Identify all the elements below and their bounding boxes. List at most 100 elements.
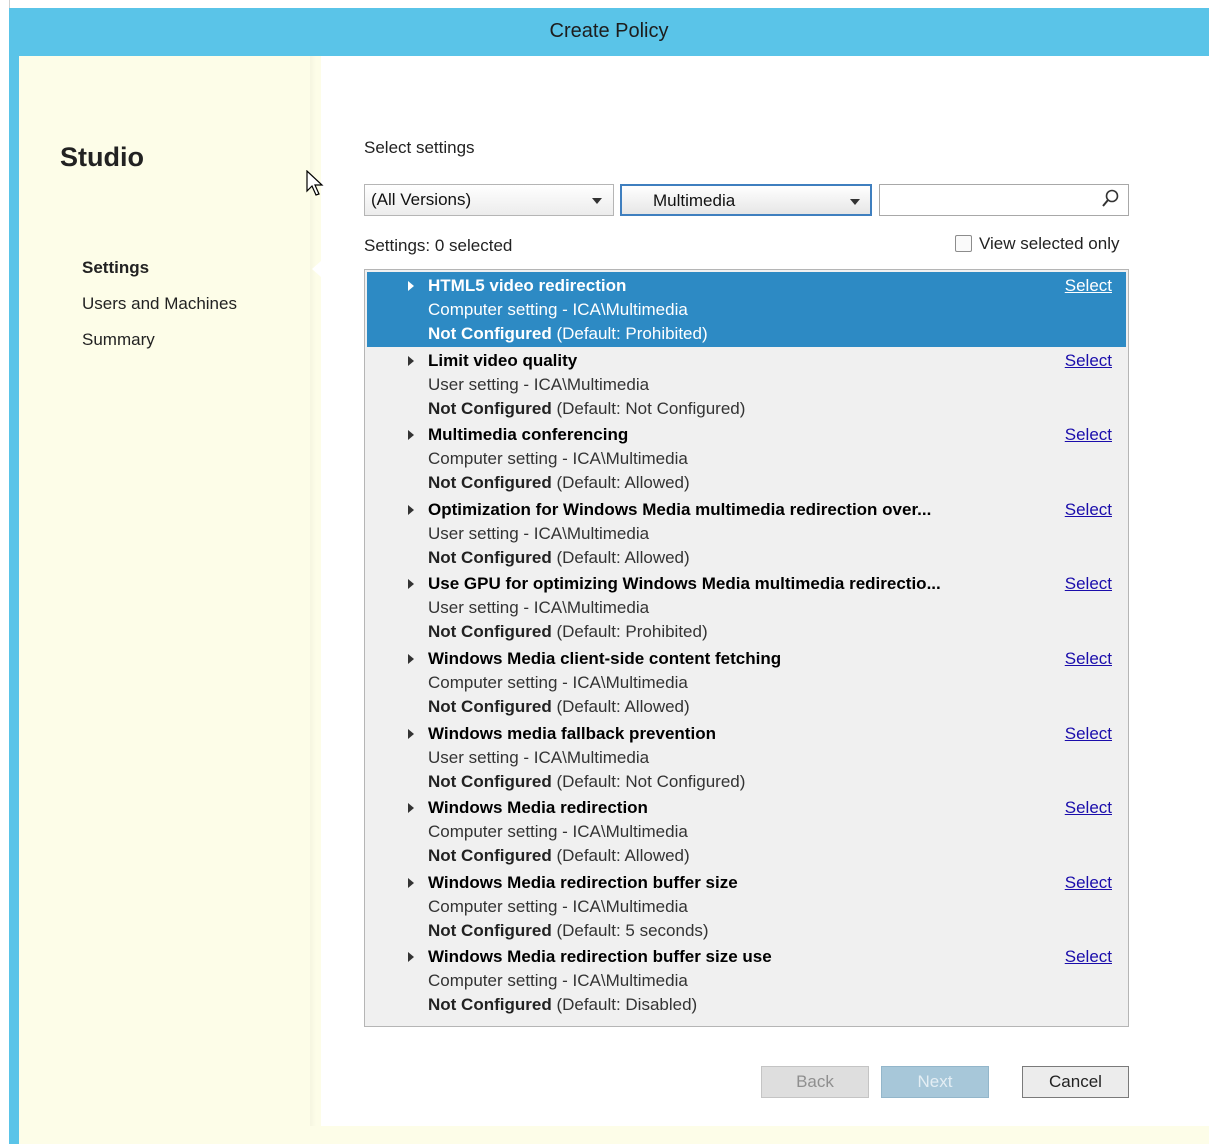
setting-default: (Default: Disabled) (556, 995, 698, 1015)
select-link[interactable]: Select (1065, 873, 1112, 893)
setting-row[interactable]: Use GPU for optimizing Windows Media mul… (367, 570, 1126, 645)
setting-default: (Default: Allowed) (556, 547, 690, 567)
expand-triangle-icon[interactable] (408, 877, 414, 888)
select-link[interactable]: Select (1065, 649, 1112, 669)
select-link[interactable]: Select (1065, 574, 1112, 594)
select-link[interactable]: Select (1065, 425, 1112, 445)
expand-triangle-icon[interactable] (408, 654, 414, 664)
setting-row[interactable]: Windows Media redirection Computer settin… (367, 794, 1126, 869)
setting-state: Not Configured (Default: Allowed) (428, 473, 690, 493)
setting-state: Not Configured (Default: Disabled) (428, 995, 697, 1015)
setting-scope: Computer setting - ICA\Multimedia (428, 449, 688, 469)
app-name: Studio (60, 142, 144, 172)
version-filter-dropdown[interactable]: (All Versions) (364, 184, 614, 216)
page-heading: Select settings (364, 138, 475, 157)
setting-state: Not Configured (Default: Prohibited) (428, 622, 708, 642)
checkbox-icon[interactable] (955, 235, 972, 252)
setting-row[interactable]: HTML5 video redirection Computer setting … (367, 272, 1126, 347)
setting-row[interactable]: Windows Media redirection buffer size Com… (367, 869, 1126, 944)
setting-state-value: Not Configured (428, 622, 552, 642)
setting-state-value: Not Configured (428, 398, 552, 418)
create-policy-window: Create Policy Studio Settings Users and … (9, 8, 1209, 1144)
window-title: Create Policy (549, 20, 669, 42)
select-link[interactable]: Select (1065, 276, 1112, 296)
setting-state-value: Not Configured (428, 473, 552, 493)
selected-count: Settings: 0 selected (364, 236, 513, 255)
setting-scope: Computer setting - ICA\Multimedia (428, 822, 688, 842)
setting-row[interactable]: Optimization for Windows Media multimedi… (367, 496, 1126, 571)
setting-default: (Default: Prohibited) (556, 622, 708, 642)
active-step-pointer (312, 261, 321, 277)
select-link[interactable]: Select (1065, 500, 1112, 520)
setting-row[interactable]: Windows Media client-side content fetchi… (367, 645, 1126, 720)
setting-row[interactable]: Windows Media redirection buffer size us… (367, 943, 1126, 1018)
expand-triangle-icon[interactable] (408, 504, 414, 515)
next-button[interactable]: Next (881, 1066, 989, 1098)
setting-state-value: Not Configured (428, 547, 552, 567)
setting-scope: User setting - ICA\Multimedia (428, 598, 650, 618)
setting-name: Use GPU for optimizing Windows Media mul… (428, 574, 941, 594)
setting-name: Windows Media redirection buffer size us… (428, 947, 772, 967)
setting-scope: User setting - ICA\Multimedia (428, 747, 650, 767)
setting-state: Not Configured (Default: Prohibited) (428, 324, 708, 344)
setting-default: (Default: Allowed) (556, 697, 690, 716)
select-link[interactable]: Select (1065, 947, 1112, 967)
setting-state-value: Not Configured (428, 771, 552, 791)
setting-scope: Computer setting - ICA\Multimedia (428, 896, 688, 916)
setting-default: (Default: Allowed) (556, 846, 690, 866)
wizard-content: Studio Settings Users and Machines Summa… (19, 56, 1209, 1144)
expand-triangle-icon[interactable] (408, 952, 414, 963)
expand-triangle-icon[interactable] (408, 728, 414, 739)
setting-state: Not Configured (Default: Not Configured) (428, 772, 745, 792)
search-input[interactable] (882, 187, 1098, 213)
setting-row[interactable]: Multimedia conferencing Computer setting … (367, 421, 1126, 496)
chevron-down-icon (592, 198, 602, 204)
setting-scope: Computer setting - ICA\Multimedia (428, 971, 688, 991)
settings-list[interactable]: HTML5 video redirection Computer setting … (364, 269, 1129, 1027)
search-box[interactable] (879, 184, 1129, 216)
setting-name: Windows Media client-side content fetchi… (428, 649, 782, 668)
setting-state-value: Not Configured (428, 995, 552, 1015)
setting-state: Not Configured (Default: Allowed) (428, 548, 690, 568)
expand-triangle-icon[interactable] (408, 281, 414, 291)
expand-triangle-icon[interactable] (408, 579, 414, 590)
setting-scope: Computer setting - ICA\Multimedia (428, 300, 688, 319)
setting-name: Windows Media redirection buffer size (428, 872, 738, 892)
back-button[interactable]: Back (761, 1066, 869, 1098)
nav-item-summary[interactable]: Summary (82, 330, 155, 350)
cancel-button[interactable]: Cancel (1022, 1066, 1129, 1098)
search-icon[interactable] (1100, 188, 1120, 210)
setting-state: Not Configured (Default: Allowed) (428, 846, 690, 866)
mouse-cursor-icon (306, 170, 324, 196)
setting-state-value: Not Configured (428, 920, 552, 940)
select-link[interactable]: Select (1065, 724, 1112, 744)
view-selected-only-checkbox[interactable]: View selected only (955, 234, 1120, 254)
setting-row[interactable]: Windows media fallback prevention User se… (367, 720, 1126, 795)
setting-state-value: Not Configured (428, 697, 552, 716)
setting-default: (Default: Not Configured) (556, 398, 746, 418)
select-link[interactable]: Select (1065, 351, 1112, 371)
setting-state-value: Not Configured (428, 846, 552, 866)
setting-scope: User setting - ICA\Multimedia (428, 374, 650, 394)
category-filter-dropdown[interactable]: Multimedia (620, 184, 872, 216)
chevron-down-icon (850, 199, 860, 205)
setting-row[interactable]: Limit video quality User setting - ICA\Mu… (367, 347, 1126, 422)
settings-pane: Select settings (All Versions) Multimedi… (321, 56, 1209, 1126)
setting-name: Limit video quality (428, 350, 578, 370)
expand-triangle-icon[interactable] (408, 430, 414, 441)
setting-name: Windows Media redirection (428, 798, 648, 818)
setting-default: (Default: Prohibited) (556, 324, 708, 343)
select-link[interactable]: Select (1065, 798, 1112, 818)
view-selected-only-label: View selected only (979, 234, 1120, 253)
setting-state: Not Configured (Default: Allowed) (428, 697, 690, 717)
setting-default: (Default: 5 seconds) (556, 920, 709, 940)
expand-triangle-icon[interactable] (408, 803, 414, 814)
setting-name: Windows media fallback prevention (428, 723, 716, 743)
setting-state: Not Configured (Default: 5 seconds) (428, 921, 709, 941)
setting-state: Not Configured (Default: Not Configured) (428, 399, 745, 419)
expand-triangle-icon[interactable] (408, 355, 414, 366)
nav-item-settings[interactable]: Settings (82, 258, 149, 278)
category-filter-value: Multimedia (653, 191, 736, 210)
nav-item-users-and-machines[interactable]: Users and Machines (82, 294, 237, 314)
setting-name: Optimization for Windows Media multimedi… (428, 499, 932, 519)
